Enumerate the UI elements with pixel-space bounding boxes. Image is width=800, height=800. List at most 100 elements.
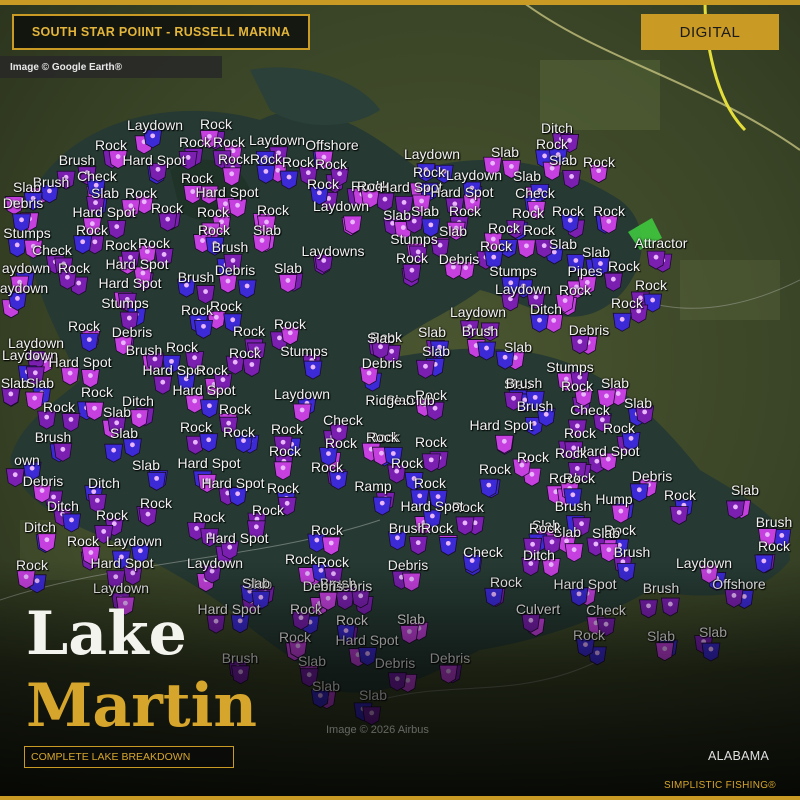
spot-label: Rock bbox=[197, 204, 229, 220]
spot-label: Check bbox=[32, 242, 72, 258]
spot-label: Rock bbox=[76, 222, 108, 238]
spot-label: Rock bbox=[95, 137, 127, 153]
spot-label: Debris bbox=[111, 324, 153, 340]
spot-label: aydown bbox=[1, 260, 51, 276]
spot-label: Rock bbox=[125, 185, 157, 201]
spot-label: Rock bbox=[559, 282, 591, 298]
spot-label: Check bbox=[570, 402, 610, 418]
spot-label: Rock bbox=[635, 277, 667, 293]
spot-label: Hard Spot bbox=[400, 498, 464, 514]
spot-label: Rock bbox=[233, 323, 265, 339]
spot-label: Rock bbox=[267, 480, 299, 496]
spot-label: Laydown bbox=[126, 117, 184, 133]
spot-label: Rock bbox=[311, 522, 343, 538]
spot-label: Rock bbox=[413, 164, 445, 180]
spot-label: Brush bbox=[613, 544, 651, 560]
spot-label: Hard Spot bbox=[172, 382, 236, 398]
spot-label: Rock bbox=[274, 316, 306, 332]
spot-label: Debris bbox=[438, 251, 480, 267]
spot-label: Attractor bbox=[634, 235, 688, 251]
spot-label: Offshore bbox=[305, 137, 359, 153]
spot-label: Rock bbox=[193, 509, 225, 525]
spot-label: Check bbox=[77, 168, 117, 184]
lake-title-line1: Lake bbox=[26, 599, 187, 669]
spot-label: Rock bbox=[179, 134, 211, 150]
spot-label: Hard Spot bbox=[195, 184, 259, 200]
spot-label: Laydown bbox=[248, 132, 306, 148]
spot-label: Slab bbox=[623, 395, 653, 411]
spot-label: Rock bbox=[140, 495, 172, 511]
spot-label: Rock bbox=[67, 533, 99, 549]
spot-label: Rock bbox=[269, 443, 301, 459]
spot-label: Rock bbox=[608, 258, 640, 274]
spot-label: Slab bbox=[591, 525, 621, 541]
spot-label: Check bbox=[323, 412, 363, 428]
spot-label: Rock bbox=[529, 520, 561, 536]
spot-label: Rock bbox=[105, 237, 137, 253]
spot-label: Check bbox=[515, 185, 555, 201]
spot-label: Rock bbox=[43, 399, 75, 415]
spot-label: Slab bbox=[581, 244, 611, 260]
spot-label: Debris bbox=[631, 468, 673, 484]
spot-label: Rock bbox=[68, 318, 100, 334]
spot-label: Slab bbox=[90, 185, 120, 201]
spot-label: Rock bbox=[213, 134, 245, 150]
spot-label: Rock bbox=[414, 475, 446, 491]
spot-label: Laydown bbox=[273, 386, 331, 402]
spot-label: Rock bbox=[564, 425, 596, 441]
spot-label: Slab bbox=[382, 207, 412, 223]
spot-label: Stumps bbox=[280, 343, 328, 359]
spot-label: Rock bbox=[282, 154, 314, 170]
spot-label: Rock bbox=[218, 151, 250, 167]
spot-label: Ridge Club bbox=[365, 392, 435, 408]
spot-label: Brush bbox=[516, 398, 554, 414]
spot-label: Rock bbox=[480, 238, 512, 254]
spot-label: Laydown bbox=[403, 146, 461, 162]
spot-label: Ditch bbox=[47, 498, 79, 514]
spot-label: Rock bbox=[311, 459, 343, 475]
spot-label: Rock bbox=[396, 250, 428, 266]
spot-label: Rock bbox=[271, 421, 303, 437]
spot-label: Rock bbox=[555, 445, 587, 461]
spot-label: Laydown bbox=[312, 198, 370, 214]
spot-label: Stumps bbox=[390, 231, 438, 247]
bottom-accent-bar bbox=[0, 796, 800, 800]
spot-label: Rock bbox=[307, 176, 339, 192]
spot-label: Rock bbox=[138, 235, 170, 251]
spot-label: Laydown bbox=[445, 167, 503, 183]
spot-label: Slab bbox=[730, 482, 760, 498]
spot-label: Slab bbox=[548, 152, 578, 168]
spot-label: Slab bbox=[131, 457, 161, 473]
image-credit: Image © Google Earth® bbox=[0, 56, 222, 78]
spot-label: Brush bbox=[505, 375, 543, 391]
spot-label: Stumps bbox=[101, 295, 149, 311]
spot-label: Ditch bbox=[530, 301, 562, 317]
spot-label: Brush bbox=[125, 342, 163, 358]
spot-label: Rock bbox=[96, 507, 128, 523]
spot-label: Hard Spot bbox=[469, 417, 533, 433]
spot-label: Rock bbox=[536, 136, 568, 152]
lake-title-line2: Martin bbox=[26, 671, 258, 741]
spot-label: Hard Spot bbox=[430, 184, 494, 200]
spot-label: Brush bbox=[177, 269, 215, 285]
spot-label: Debris bbox=[22, 473, 64, 489]
spot-label: Stumps bbox=[489, 263, 537, 279]
spot-label: own bbox=[14, 452, 40, 468]
spot-label: Hump bbox=[595, 491, 633, 507]
spot-label: Slab bbox=[417, 324, 447, 340]
spot-label: Rock bbox=[198, 222, 230, 238]
spot-label: Slab bbox=[25, 375, 55, 391]
spot-label: Brush bbox=[211, 239, 249, 255]
spot-label: Ditch bbox=[24, 519, 56, 535]
spot-label: e Slab bbox=[0, 375, 29, 391]
subtitle-badge: COMPLETE LAKE BREAKDOWN bbox=[24, 746, 234, 768]
spot-label: Slab bbox=[503, 339, 533, 355]
spot-label: Debris bbox=[2, 195, 44, 211]
spot-label: Slab bbox=[548, 236, 578, 252]
spot-label: Rock bbox=[250, 151, 282, 167]
spot-label: Ditch bbox=[541, 120, 573, 136]
spot-label: Rock bbox=[479, 461, 511, 477]
spot-label: Hard Spot bbox=[72, 204, 136, 220]
spot-label: Rock bbox=[391, 455, 423, 471]
spot-label: Rock bbox=[512, 205, 544, 221]
